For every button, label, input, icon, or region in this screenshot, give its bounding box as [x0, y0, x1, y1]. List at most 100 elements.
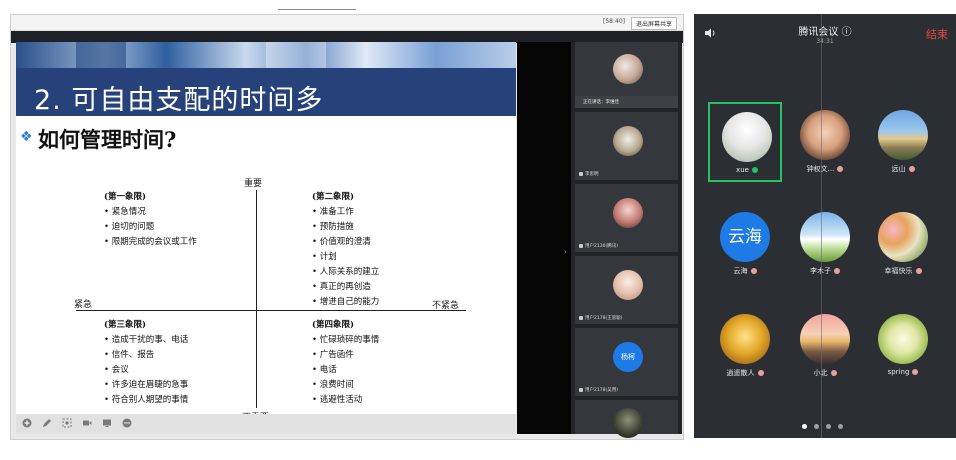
overlay-guide-line	[821, 14, 822, 438]
more-icon[interactable]	[122, 418, 132, 428]
participant-cell[interactable]: 李木子	[788, 204, 862, 284]
participant-cell[interactable]: spring	[866, 306, 940, 386]
participant-name-row: 李木子	[788, 266, 862, 276]
mic-icon	[757, 370, 764, 376]
participant-name-row: 幸福快乐	[866, 266, 940, 276]
add-icon[interactable]	[22, 418, 32, 428]
end-meeting-button[interactable]: 结束	[926, 26, 948, 42]
quadrant-2: (第二象限) • 准备工作 • 预防措施 • 价值观的澄清 • 计划 • 人际关…	[312, 190, 379, 310]
participant-name: xue	[736, 166, 749, 174]
participant-tile[interactable]: 用户2130(腾讯)	[575, 184, 678, 252]
participant-cell[interactable]: 云海 云海	[708, 204, 782, 284]
vertical-axis	[256, 190, 257, 408]
participant-tile[interactable]: 用户2178(王思聪)	[575, 256, 678, 324]
mic-icon	[837, 166, 844, 172]
participant-name: 逍遥散人	[726, 369, 755, 377]
participant-name-row: spring	[866, 368, 940, 376]
participant-cell-selected[interactable]: xue	[708, 102, 782, 182]
mic-icon	[834, 268, 840, 274]
participant-name: spring	[887, 368, 910, 376]
avatar	[613, 270, 643, 300]
quadrant-item: • 价值观的澄清	[312, 237, 371, 247]
participant-cell[interactable]: 钟权文...	[788, 102, 862, 182]
participant-tile[interactable]: 李思明	[575, 112, 678, 180]
avatar	[720, 314, 770, 364]
host-video-tile[interactable]	[575, 42, 678, 96]
diamond-bullet-icon: ❖	[20, 129, 33, 145]
avatar	[800, 110, 850, 160]
avatar	[800, 212, 850, 262]
quadrant-item: • 电话	[312, 365, 337, 375]
page-dot[interactable]	[826, 424, 831, 429]
quadrant-item: • 预防措施	[312, 222, 354, 232]
mic-icon	[912, 369, 919, 375]
mic-icon	[751, 167, 758, 173]
mobile-meeting-screen: 腾讯会议 ⓘ 34:31 结束 xue 钟权文... 远山 云海 云海 李木子 …	[694, 14, 956, 438]
avatar	[613, 126, 643, 156]
participant-name: 远山	[891, 165, 906, 173]
participant-name: 用户2178(吴用)	[579, 387, 618, 393]
slide-title: 2. 可自由支配的时间多	[34, 85, 324, 116]
quadrant-4: (第四象限) • 忙碌琐碎的事情 • 广告函件 • 电话 • 浪费时间 • 逃避…	[312, 318, 379, 408]
quadrant-item: • 准备工作	[312, 207, 354, 217]
avatar	[613, 198, 643, 228]
page-dot-active[interactable]	[802, 424, 807, 429]
quadrant-item: • 迫切的问题	[104, 222, 155, 232]
divider-line	[278, 9, 356, 10]
participant-name-row: 远山	[866, 164, 940, 174]
participant-name: 用户2178(王思聪)	[579, 315, 622, 321]
quadrant-item: • 计划	[312, 252, 337, 262]
speaking-indicator: 正在讲话：李维佳	[575, 96, 678, 108]
avatar	[878, 212, 928, 262]
meeting-title: 腾讯会议 ⓘ	[798, 27, 852, 38]
participant-cell[interactable]: 逍遥散人	[708, 306, 782, 386]
quadrant-title: (第一象限)	[104, 192, 147, 202]
quadrant-item: • 逃避性活动	[312, 395, 363, 405]
speaking-label: 正在讲话：李维佳	[583, 100, 619, 105]
page-indicator	[802, 414, 850, 433]
avatar	[800, 314, 850, 364]
quadrant-item: • 会议	[104, 365, 129, 375]
participant-cell[interactable]: 小北	[788, 306, 862, 386]
video-icon[interactable]	[82, 418, 92, 428]
quadrant-item: • 人际关系的建立	[312, 267, 380, 277]
participant-tile[interactable]	[575, 400, 678, 438]
participant-name-row: 小北	[788, 368, 862, 378]
pen-icon[interactable]	[42, 418, 52, 428]
page-dot[interactable]	[814, 424, 819, 429]
slide-annotation-toolbar	[16, 414, 516, 434]
participant-cell[interactable]: 幸福快乐	[866, 204, 940, 284]
mic-icon	[750, 268, 757, 274]
mic-icon	[915, 268, 922, 274]
participant-tile[interactable]: 杨柯 用户2178(吴用)	[575, 328, 678, 396]
quadrant-item: • 增进自己的能力	[312, 297, 380, 307]
horizontal-axis	[76, 310, 466, 311]
avatar	[613, 408, 643, 438]
participant-name-row: 逍遥散人	[708, 368, 782, 378]
collapse-arrow-icon[interactable]: ›	[564, 248, 567, 256]
screen-icon[interactable]	[102, 418, 112, 428]
quadrant-item: • 许多迫在眉睫的急事	[104, 380, 189, 390]
avatar	[878, 314, 928, 364]
axis-label-urgent: 紧急	[74, 300, 93, 310]
mic-icon	[908, 166, 915, 172]
quadrant-item: • 信件、报告	[104, 350, 155, 360]
focus-icon[interactable]	[62, 418, 72, 428]
quadrant-item: • 浪费时间	[312, 380, 354, 390]
slide-banner	[16, 42, 516, 68]
participant-panel: 正在讲话：李维佳 李思明 用户2130(腾讯) 用户2178(王思聪) 杨柯 用…	[571, 42, 682, 438]
meeting-duration: 34:31	[816, 38, 834, 45]
participant-name-row: 钟权文...	[788, 164, 862, 174]
screenshot-root: [58:40] 退出屏幕共享 2. 可自由支配的时间多 ❖ 如何管理时间? 重要…	[0, 0, 956, 460]
quadrant-item: • 真正的再创造	[312, 282, 371, 292]
quadrant-item: • 忙碌琐碎的事情	[312, 335, 380, 345]
mic-icon	[830, 370, 837, 376]
participant-name-row: 云海	[708, 266, 782, 276]
page-dot[interactable]	[838, 424, 843, 429]
avatar	[722, 112, 772, 162]
initials-avatar: 杨柯	[613, 342, 643, 372]
axis-label-not-urgent: 不紧急	[432, 301, 460, 311]
participant-cell[interactable]: 远山	[866, 102, 940, 182]
quadrant-item: • 限期完成的会议或工作	[104, 237, 197, 247]
avatar	[613, 54, 643, 84]
